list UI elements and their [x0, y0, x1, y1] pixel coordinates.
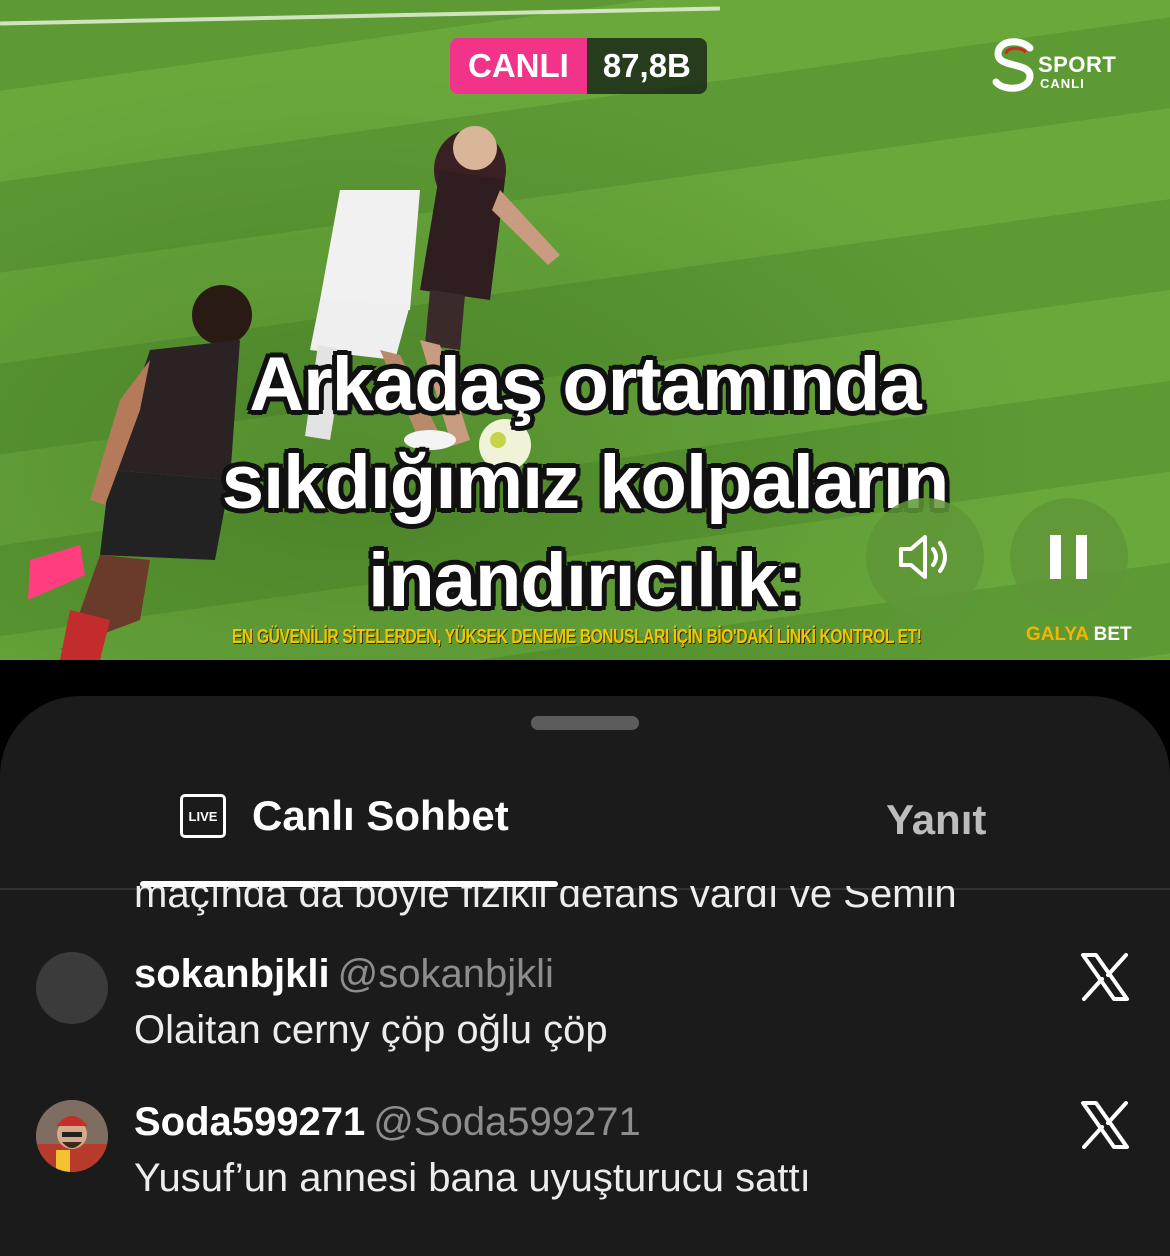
caption-line: Arkadaş ortamında [249, 342, 921, 427]
channel-logo: SPORT CANLI [990, 36, 1120, 94]
active-tab-indicator [140, 881, 558, 887]
volume-button[interactable] [866, 498, 984, 616]
ad-banner-text: EN GÜVENİLİR SİTELERDEN, YÜKSEK DENEME B… [232, 626, 922, 648]
ad-brand-logo: GALYA BET [1026, 624, 1132, 645]
tab-reply[interactable]: Yanıt [886, 796, 986, 844]
message-text: Olaitan cerny çöp oğlu çöp [134, 1008, 608, 1052]
message-handle: @Soda599271 [373, 1100, 641, 1144]
pause-icon [1050, 535, 1087, 579]
channel-sub: CANLI [1040, 76, 1085, 91]
video-player[interactable]: CANLI 87,8B SPORT CANLI Arkadaş ortamınd… [0, 0, 1170, 660]
channel-name: SPORT [1038, 52, 1117, 77]
live-chat-sheet: LIVE Canlı Sohbet Yanıt maçında da böyle… [0, 696, 1170, 1256]
x-logo-icon [1081, 1101, 1129, 1149]
message-author[interactable]: sokanbjkli @sokanbjkli [134, 952, 554, 997]
live-viewer-badge: CANLI 87,8B [450, 38, 707, 94]
chat-message: sokanbjkli @sokanbjkli Olaitan cerny çöp … [0, 952, 1170, 1082]
x-logo-icon [1081, 953, 1129, 1001]
tab-bar-background [0, 846, 1170, 886]
tab-label: Canlı Sohbet [252, 792, 509, 839]
avatar[interactable] [36, 1100, 108, 1172]
live-label: CANLI [450, 38, 587, 94]
caption-line: sıkdığımız kolpaların [221, 440, 950, 525]
message-handle: @sokanbjkli [337, 952, 554, 996]
chat-message: Soda599271 @Soda599271 Yusuf’un annesi ba… [0, 1100, 1170, 1230]
s-sport-logo-icon [992, 38, 1034, 92]
avatar[interactable] [36, 952, 108, 1024]
message-text: Yusuf’un annesi bana uyuşturucu sattı [134, 1156, 811, 1200]
speaker-icon [899, 535, 947, 579]
pause-button[interactable] [1010, 498, 1128, 616]
sheet-drag-handle[interactable] [531, 716, 639, 730]
user-photo-icon [36, 1100, 108, 1172]
tab-live-chat[interactable]: LIVE Canlı Sohbet [180, 792, 509, 840]
live-icon: LIVE [180, 794, 226, 838]
message-author[interactable]: Soda599271 @Soda599271 [134, 1100, 641, 1145]
viewer-count: 87,8B [586, 38, 707, 94]
video-caption: Arkadaş ortamında sıkdığımız kolpaların … [180, 336, 990, 630]
